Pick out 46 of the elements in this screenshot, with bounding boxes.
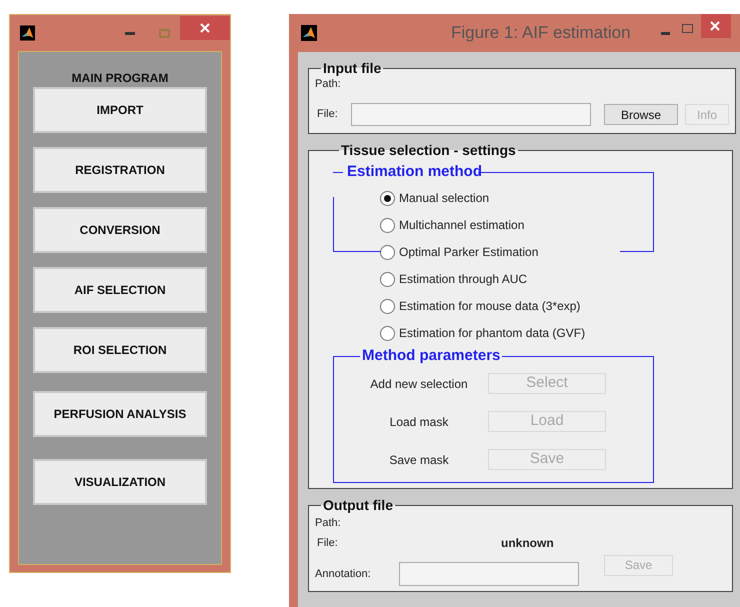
group-title: Method parameters <box>361 347 502 365</box>
panel-title: Output file <box>322 497 394 513</box>
menu-button[interactable]: VISUALIZATION <box>33 459 207 505</box>
close-icon <box>710 21 720 31</box>
radio-button[interactable] <box>380 218 395 232</box>
app-icon <box>301 25 317 41</box>
minimize-icon[interactable] <box>660 32 670 34</box>
minimize-icon[interactable] <box>125 32 134 34</box>
close-button[interactable] <box>700 14 731 38</box>
radio-button[interactable] <box>380 272 395 286</box>
file-label: File: <box>317 536 339 551</box>
file-field[interactable] <box>351 103 591 126</box>
maximize-icon[interactable] <box>682 24 693 32</box>
path-label: Path: <box>315 78 341 91</box>
path-label: Path: <box>315 517 341 530</box>
radio-option[interactable]: Estimation for mouse data (3*exp) <box>380 296 580 316</box>
parameter-label: Add new selection <box>370 376 468 392</box>
parameter-label: Save mask <box>389 452 449 468</box>
window-title: Figure 1: AIF estimation <box>451 22 631 44</box>
file-label: File: <box>317 107 339 122</box>
menu-button[interactable]: CONVERSION <box>33 207 207 253</box>
radio-option[interactable]: Optimal Parker Estimation <box>380 242 538 262</box>
radio-button[interactable] <box>380 190 395 206</box>
annotation-field[interactable] <box>399 562 579 586</box>
radio-button[interactable] <box>380 298 395 314</box>
radio-button[interactable] <box>380 326 395 340</box>
annotation-label: Annotation: <box>315 566 372 582</box>
menu-button[interactable]: IMPORT <box>33 87 207 133</box>
push-button[interactable]: Browse <box>604 104 678 125</box>
main-heading: MAIN PROGRAM <box>72 71 168 85</box>
radio-button[interactable] <box>380 244 395 260</box>
menu-button[interactable]: REGISTRATION <box>33 147 207 193</box>
panel-title: Input file <box>322 60 382 76</box>
file-value: unknown <box>501 535 554 552</box>
parameter-label: Load mask <box>390 414 448 430</box>
panel-title: Tissue selection - settings <box>340 142 517 158</box>
menu-button[interactable]: PERFUSION ANALYSIS <box>33 391 207 437</box>
radio-option[interactable]: Estimation for phantom data (GVF) <box>380 323 586 343</box>
radio-option[interactable]: Multichannel estimation <box>380 215 524 235</box>
radio-option[interactable]: Manual selection <box>380 188 490 208</box>
menu-button[interactable]: AIF SELECTION <box>33 267 207 313</box>
menu-button[interactable]: ROI SELECTION <box>33 327 207 373</box>
close-button[interactable] <box>180 16 230 40</box>
radio-option[interactable]: Estimation through AUC <box>380 269 528 289</box>
app-icon <box>20 25 36 41</box>
close-icon <box>200 23 210 33</box>
